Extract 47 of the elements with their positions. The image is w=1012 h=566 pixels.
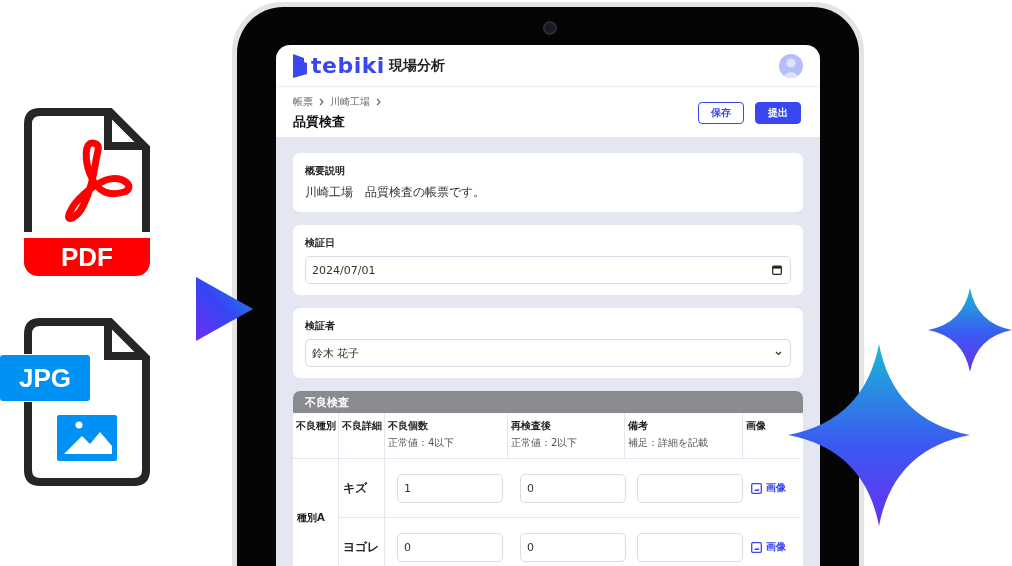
brand-name: tebiki <box>311 54 385 77</box>
column-note: 正常値：2以下 <box>511 436 579 450</box>
input-field[interactable]: 0 <box>520 473 626 503</box>
chevron-icon <box>376 98 381 106</box>
breadcrumb-link[interactable]: 川崎工場 <box>330 95 370 109</box>
calendar-icon <box>772 265 782 275</box>
chevron-icon <box>319 98 324 106</box>
table-title: 不良検査 <box>293 391 803 413</box>
input-field[interactable]: 0 <box>397 532 503 562</box>
input-field[interactable] <box>637 532 743 562</box>
column-header: 不良種別 <box>296 419 335 433</box>
table-cell: 種別A <box>293 459 339 566</box>
image-icon <box>751 482 762 494</box>
summary-text: 川崎工場 品質検査の帳票です。 <box>305 184 486 201</box>
column-header: 不良詳細 <box>342 419 381 433</box>
caret-icon <box>775 350 782 356</box>
date-field[interactable]: 2024/07/01 <box>305 256 791 284</box>
column-header: 再検査後 <box>511 419 552 433</box>
field-label: 検証者 <box>305 319 336 333</box>
column-header: 画像 <box>746 419 767 433</box>
image-link[interactable]: 画像 <box>751 540 786 554</box>
file-type-label: PDF <box>24 238 150 276</box>
breadcrumb-link[interactable]: 帳票 <box>293 95 313 109</box>
page-title: 品質検査 <box>293 113 346 131</box>
image-icon <box>751 541 762 553</box>
field-label: 概要説明 <box>305 164 346 178</box>
table-cell: ヨゴレ <box>339 518 385 566</box>
column-header: 不良個数 <box>388 419 429 433</box>
file-type-label: JPG <box>0 355 90 401</box>
column-header: 備考 <box>628 419 649 433</box>
inspector-select[interactable]: 鈴木 花子 <box>305 339 791 367</box>
column-note: 補足：詳細を記載 <box>628 436 709 450</box>
input-field[interactable]: 0 <box>520 532 626 562</box>
column-note: 正常値：4以下 <box>388 436 456 450</box>
document-icon <box>24 108 150 234</box>
field-label: 検証日 <box>305 236 336 250</box>
product-name: 現場分析 <box>388 56 445 75</box>
input-field[interactable]: 1 <box>397 473 503 503</box>
input-field[interactable] <box>637 473 743 503</box>
logo-icon <box>293 53 307 78</box>
save-button[interactable]: 保存 <box>698 102 744 124</box>
submit-button[interactable]: 提出 <box>755 102 801 124</box>
image-link[interactable]: 画像 <box>751 481 786 495</box>
table-cell: キズ <box>339 459 385 518</box>
camera-icon <box>543 21 557 35</box>
play-icon <box>196 277 253 341</box>
avatar-icon[interactable] <box>779 53 803 78</box>
